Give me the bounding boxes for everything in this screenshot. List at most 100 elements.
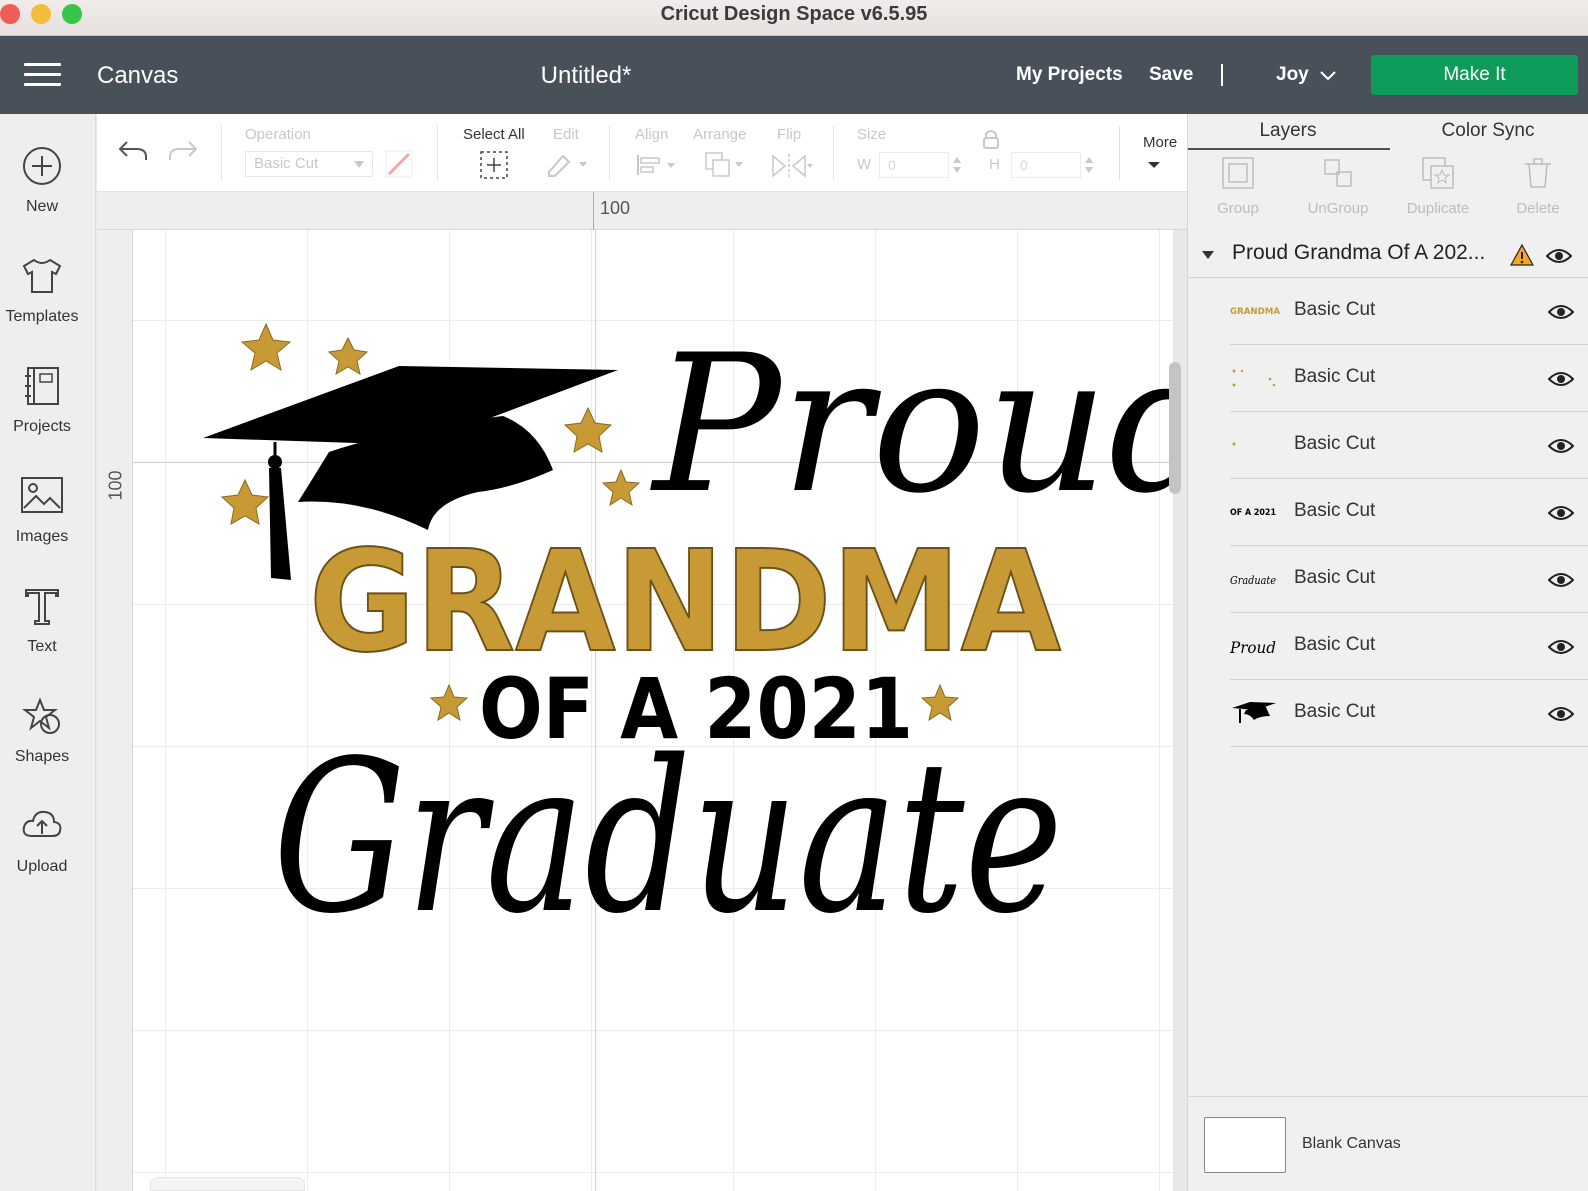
make-it-button[interactable]: Make It: [1371, 55, 1578, 95]
sidebar-item-images[interactable]: Images: [0, 474, 96, 574]
eye-icon[interactable]: [1548, 304, 1574, 320]
group-label: Group: [1217, 200, 1259, 217]
layer-name: Basic Cut: [1294, 500, 1376, 521]
toolbar-divider: [1119, 126, 1120, 180]
graduate-text-layer[interactable]: Graduate: [273, 715, 1063, 960]
my-projects-link[interactable]: My Projects: [1016, 64, 1123, 86]
collapse-caret-icon[interactable]: [1202, 251, 1214, 259]
edit-icon[interactable]: [545, 150, 589, 178]
image-icon: [21, 477, 63, 513]
cloud-upload-icon: [22, 810, 62, 837]
color-swatch-icon[interactable]: [385, 150, 413, 178]
height-label: H: [989, 156, 1000, 173]
sidebar-item-projects[interactable]: Projects: [0, 364, 96, 464]
layers-panel: Layers Color Sync Group UnGroup Duplicat…: [1187, 114, 1588, 1191]
width-input[interactable]: 0: [879, 152, 949, 178]
select-all-icon[interactable]: [479, 150, 509, 180]
eye-icon[interactable]: [1548, 505, 1574, 521]
blank-canvas-row[interactable]: Blank Canvas: [1188, 1096, 1588, 1191]
flip-icon[interactable]: [771, 152, 815, 180]
tab-layers[interactable]: Layers: [1188, 120, 1388, 142]
size-label: Size: [857, 126, 887, 143]
sidebar-item-label: Text: [27, 638, 57, 655]
toolbar-divider: [221, 126, 222, 180]
tab-color-sync[interactable]: Color Sync: [1388, 120, 1588, 142]
width-stepper-icon[interactable]: [951, 154, 963, 176]
canvas-scrollbar[interactable]: [1169, 362, 1181, 494]
eye-icon[interactable]: [1548, 572, 1574, 588]
sidebar-item-text[interactable]: Text: [0, 584, 96, 684]
toolbar-divider: [833, 126, 834, 180]
height-input[interactable]: 0: [1011, 152, 1081, 178]
sidebar-item-templates[interactable]: Templates: [0, 254, 96, 354]
ungroup-label: UnGroup: [1307, 200, 1369, 217]
layer-row-grandma[interactable]: GRANDMA Basic Cut: [1230, 278, 1588, 345]
chevron-down-icon[interactable]: [1320, 68, 1336, 84]
design-artwork[interactable]: Proud GRANDMA OF A 2021 Graduate: [133, 230, 1173, 1191]
toolbar-divider: [437, 126, 438, 180]
edit-label: Edit: [553, 126, 579, 143]
delete-button[interactable]: Delete: [1488, 156, 1588, 217]
layer-name: Basic Cut: [1294, 299, 1376, 320]
menu-icon[interactable]: [24, 63, 61, 87]
ungroup-button[interactable]: UnGroup: [1288, 156, 1388, 217]
zoom-control[interactable]: [150, 1177, 305, 1191]
blank-canvas-swatch[interactable]: [1204, 1117, 1286, 1173]
layer-row-graduate[interactable]: Graduate Basic Cut: [1230, 546, 1588, 613]
sidebar-item-label: Templates: [5, 308, 79, 325]
lock-icon[interactable]: [981, 128, 1001, 150]
eye-icon[interactable]: [1548, 706, 1574, 722]
window-titlebar: Cricut Design Space v6.5.95: [0, 0, 1588, 36]
star-icon: [601, 468, 641, 507]
layer-row-star[interactable]: Basic Cut: [1230, 412, 1588, 479]
layer-group-row[interactable]: Proud Grandma Of A 202...: [1188, 234, 1588, 278]
select-all-label[interactable]: Select All: [463, 126, 525, 143]
toolbar-divider: [609, 126, 610, 180]
window-title: Cricut Design Space v6.5.95: [660, 3, 928, 25]
group-button[interactable]: Group: [1188, 156, 1288, 217]
undo-icon[interactable]: [117, 138, 149, 164]
align-icon[interactable]: [635, 152, 679, 178]
sidebar-item-label: Upload: [16, 858, 68, 875]
arrange-label: Arrange: [693, 126, 747, 143]
thumb-graduate-text: Graduate: [1230, 574, 1276, 587]
sidebar-item-new[interactable]: New: [0, 144, 96, 244]
layer-row-proud[interactable]: Proud Basic Cut: [1230, 613, 1588, 680]
save-link[interactable]: Save: [1149, 64, 1193, 86]
star-icon: [563, 406, 613, 453]
warning-icon[interactable]: [1510, 244, 1534, 266]
active-tab-indicator: [1188, 148, 1390, 150]
sidebar-item-label: Shapes: [14, 748, 70, 765]
user-menu[interactable]: Joy: [1276, 64, 1309, 86]
layer-row-cap[interactable]: Basic Cut: [1230, 680, 1588, 747]
duplicate-icon: [1422, 157, 1454, 189]
layer-name: Basic Cut: [1294, 634, 1376, 655]
document-title[interactable]: Untitled*: [500, 62, 672, 90]
layer-thumbnail: GRANDMA: [1230, 307, 1280, 317]
duplicate-button[interactable]: Duplicate: [1388, 156, 1488, 217]
layer-name: Basic Cut: [1294, 567, 1376, 588]
eye-icon[interactable]: [1546, 248, 1572, 264]
layer-row-of-a-2021[interactable]: OF A 2021 Basic Cut: [1230, 479, 1588, 546]
text-t-icon: [25, 589, 59, 625]
align-label: Align: [635, 126, 669, 143]
thumb-grandma-text: GRANDMA: [1230, 307, 1280, 317]
sidebar-item-label: Projects: [13, 418, 71, 435]
header-separator: [1221, 64, 1223, 86]
arrange-icon[interactable]: [703, 150, 747, 180]
sidebar-item-shapes[interactable]: Shapes: [0, 694, 96, 794]
eye-icon[interactable]: [1548, 438, 1574, 454]
eye-icon[interactable]: [1548, 639, 1574, 655]
height-stepper-icon[interactable]: [1083, 154, 1095, 176]
more-dropdown-icon[interactable]: [1147, 160, 1161, 170]
eye-icon[interactable]: [1548, 371, 1574, 387]
operation-select[interactable]: Basic Cut: [245, 151, 373, 177]
layer-name: Basic Cut: [1294, 701, 1376, 722]
proud-text-layer[interactable]: Proud: [650, 314, 1173, 535]
ruler-label-top: 100: [600, 198, 631, 218]
sidebar-item-upload[interactable]: Upload: [0, 804, 96, 904]
layer-row-stars[interactable]: Basic Cut: [1230, 345, 1588, 412]
graduation-cap-icon: [1232, 702, 1276, 723]
more-button[interactable]: More: [1143, 134, 1177, 151]
redo-icon[interactable]: [167, 138, 199, 164]
